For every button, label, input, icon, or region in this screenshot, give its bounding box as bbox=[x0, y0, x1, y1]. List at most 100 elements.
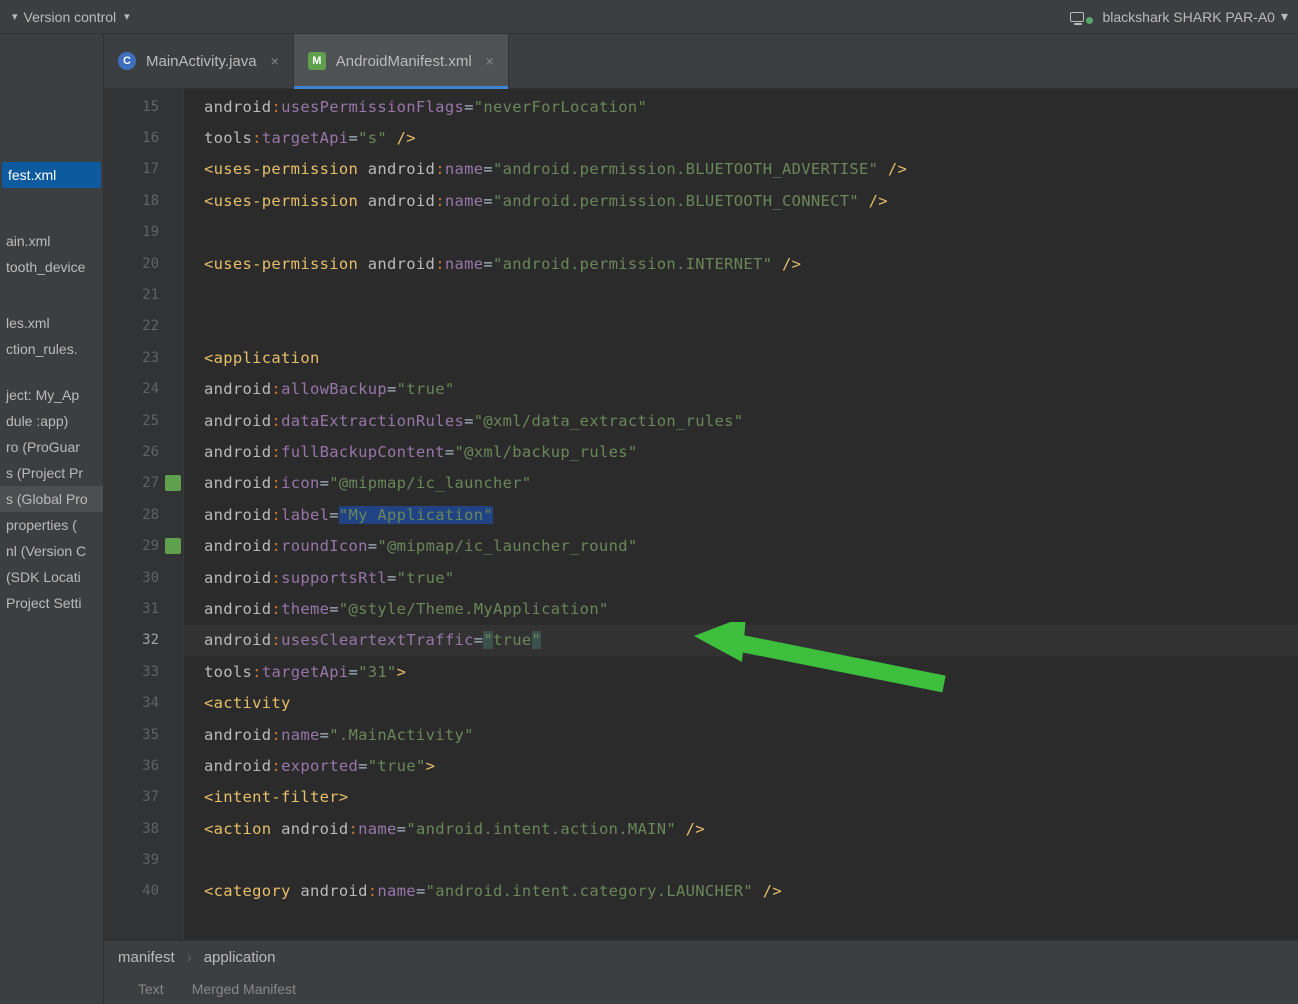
sidebar-item[interactable]: les.xml bbox=[0, 310, 103, 336]
code-editor[interactable]: android:usesPermissionFlags="neverForLoc… bbox=[184, 89, 1298, 940]
sidebar-item[interactable] bbox=[0, 300, 103, 310]
tab-text[interactable]: Text bbox=[138, 981, 164, 997]
code-line[interactable]: android:icon="@mipmap/ic_launcher" bbox=[184, 468, 1298, 499]
sidebar-item[interactable]: s (Global Pro bbox=[0, 486, 103, 512]
editor-wrap: CMainActivity.java×MAndroidManifest.xml×… bbox=[104, 34, 1298, 1004]
line-number[interactable]: 22 bbox=[104, 311, 183, 342]
line-number[interactable]: 16 bbox=[104, 122, 183, 153]
line-number[interactable]: 23 bbox=[104, 342, 183, 373]
sidebar-item[interactable]: ction_rules. bbox=[0, 336, 103, 362]
code-line[interactable]: android:label="My Application" bbox=[184, 499, 1298, 530]
line-number[interactable]: 18 bbox=[104, 185, 183, 216]
sidebar-item[interactable] bbox=[0, 362, 103, 372]
line-number[interactable]: 37 bbox=[104, 782, 183, 813]
breadcrumb[interactable]: manifest › application bbox=[104, 940, 1298, 974]
line-number[interactable]: 24 bbox=[104, 374, 183, 405]
sidebar-item[interactable] bbox=[0, 188, 103, 198]
menu-item-version-control[interactable]: Version control bbox=[24, 9, 117, 25]
close-icon[interactable]: × bbox=[486, 53, 494, 69]
tab-merged-manifest[interactable]: Merged Manifest bbox=[192, 981, 296, 997]
code-line[interactable]: <intent-filter> bbox=[184, 782, 1298, 813]
sidebar-item[interactable]: ro (ProGuar bbox=[0, 434, 103, 460]
code-line[interactable]: android:exported="true"> bbox=[184, 750, 1298, 781]
line-number[interactable]: 26 bbox=[104, 436, 183, 467]
sidebar-item[interactable] bbox=[0, 290, 103, 300]
code-line[interactable] bbox=[184, 844, 1298, 875]
sidebar-item[interactable]: s (Project Pr bbox=[0, 460, 103, 486]
line-number[interactable]: 40 bbox=[104, 876, 183, 907]
line-number[interactable]: 27 bbox=[104, 468, 183, 499]
line-number[interactable]: 30 bbox=[104, 562, 183, 593]
breadcrumb-item[interactable]: manifest bbox=[118, 949, 175, 966]
line-number[interactable]: 38 bbox=[104, 813, 183, 844]
line-number[interactable]: 34 bbox=[104, 687, 183, 718]
code-line[interactable]: android:theme="@style/Theme.MyApplicatio… bbox=[184, 593, 1298, 624]
code-line[interactable]: android:usesCleartextTraffic="true" bbox=[184, 625, 1298, 656]
line-number[interactable]: 39 bbox=[104, 844, 183, 875]
menu-bar[interactable]: ▾ Version control ▾ bbox=[10, 9, 130, 25]
bottom-tabs: Text Merged Manifest bbox=[104, 974, 1298, 1004]
code-line[interactable] bbox=[184, 311, 1298, 342]
sidebar-item[interactable] bbox=[0, 218, 103, 228]
code-line[interactable]: android:usesPermissionFlags="neverForLoc… bbox=[184, 91, 1298, 122]
code-line[interactable]: <activity bbox=[184, 687, 1298, 718]
chevron-down-icon: ▾ bbox=[124, 10, 130, 23]
line-number[interactable]: 33 bbox=[104, 656, 183, 687]
editor-tab[interactable]: MAndroidManifest.xml× bbox=[294, 34, 509, 88]
sidebar-item[interactable]: ject: My_Ap bbox=[0, 382, 103, 408]
line-number[interactable]: 29 bbox=[104, 530, 183, 561]
code-line[interactable]: android:roundIcon="@mipmap/ic_launcher_r… bbox=[184, 530, 1298, 561]
main-area: fest.xml ain.xmltooth_device les.xmlction_… bbox=[0, 34, 1298, 1004]
status-dot-icon bbox=[1086, 17, 1093, 24]
line-number[interactable]: 15 bbox=[104, 91, 183, 122]
code-line[interactable]: <application bbox=[184, 342, 1298, 373]
code-line[interactable]: <category android:name="android.intent.c… bbox=[184, 876, 1298, 907]
line-number[interactable]: 19 bbox=[104, 217, 183, 248]
sidebar-item[interactable] bbox=[0, 372, 103, 382]
code-line[interactable]: android:supportsRtl="true" bbox=[184, 562, 1298, 593]
sidebar-item[interactable]: tooth_device bbox=[0, 254, 103, 280]
line-number[interactable]: 31 bbox=[104, 593, 183, 624]
gutter-android-icon[interactable] bbox=[165, 538, 181, 554]
breadcrumb-item[interactable]: application bbox=[204, 949, 276, 966]
code-line[interactable] bbox=[184, 217, 1298, 248]
code-line[interactable]: android:allowBackup="true" bbox=[184, 374, 1298, 405]
code-line[interactable]: <uses-permission android:name="android.p… bbox=[184, 154, 1298, 185]
gutter[interactable]: 1516171819202122232425262728293031323334… bbox=[104, 89, 184, 940]
project-sidebar[interactable]: fest.xml ain.xmltooth_device les.xmlction_… bbox=[0, 34, 104, 1004]
sidebar-item[interactable]: Project Setti bbox=[0, 590, 103, 616]
code-line[interactable]: android:dataExtractionRules="@xml/data_e… bbox=[184, 405, 1298, 436]
code-line[interactable]: android:fullBackupContent="@xml/backup_r… bbox=[184, 436, 1298, 467]
device-selector[interactable]: blackshark SHARK PAR-A0 ▾ bbox=[1070, 8, 1289, 25]
file-type-icon: C bbox=[118, 52, 136, 70]
line-number[interactable]: 21 bbox=[104, 279, 183, 310]
line-number[interactable]: 20 bbox=[104, 248, 183, 279]
sidebar-item[interactable]: nl (Version C bbox=[0, 538, 103, 564]
sidebar-item[interactable] bbox=[0, 208, 103, 218]
code-line[interactable]: tools:targetApi="s" /> bbox=[184, 122, 1298, 153]
sidebar-item[interactable] bbox=[0, 198, 103, 208]
sidebar-item[interactable]: (SDK Locati bbox=[0, 564, 103, 590]
code-line[interactable]: android:name=".MainActivity" bbox=[184, 719, 1298, 750]
close-icon[interactable]: × bbox=[271, 53, 279, 69]
sidebar-item[interactable]: dule :app) bbox=[0, 408, 103, 434]
sidebar-item[interactable]: fest.xml bbox=[2, 162, 101, 188]
line-number[interactable]: 35 bbox=[104, 719, 183, 750]
sidebar-item[interactable]: ain.xml bbox=[0, 228, 103, 254]
line-number[interactable]: 36 bbox=[104, 750, 183, 781]
code-line[interactable]: <uses-permission android:name="android.p… bbox=[184, 185, 1298, 216]
sidebar-item[interactable] bbox=[0, 280, 103, 290]
code-line[interactable]: <uses-permission android:name="android.p… bbox=[184, 248, 1298, 279]
line-number[interactable]: 28 bbox=[104, 499, 183, 530]
editor-tab[interactable]: CMainActivity.java× bbox=[104, 34, 294, 88]
gutter-android-icon[interactable] bbox=[165, 475, 181, 491]
line-number[interactable]: 17 bbox=[104, 154, 183, 185]
code-line[interactable] bbox=[184, 279, 1298, 310]
code-line[interactable]: tools:targetApi="31"> bbox=[184, 656, 1298, 687]
sidebar-item[interactable]: properties ( bbox=[0, 512, 103, 538]
code-line[interactable]: <action android:name="android.intent.act… bbox=[184, 813, 1298, 844]
line-number[interactable]: 25 bbox=[104, 405, 183, 436]
line-number[interactable]: 32 bbox=[104, 625, 183, 656]
chevron-right-icon: › bbox=[187, 949, 192, 966]
chevron-down-icon: ▾ bbox=[12, 10, 18, 23]
